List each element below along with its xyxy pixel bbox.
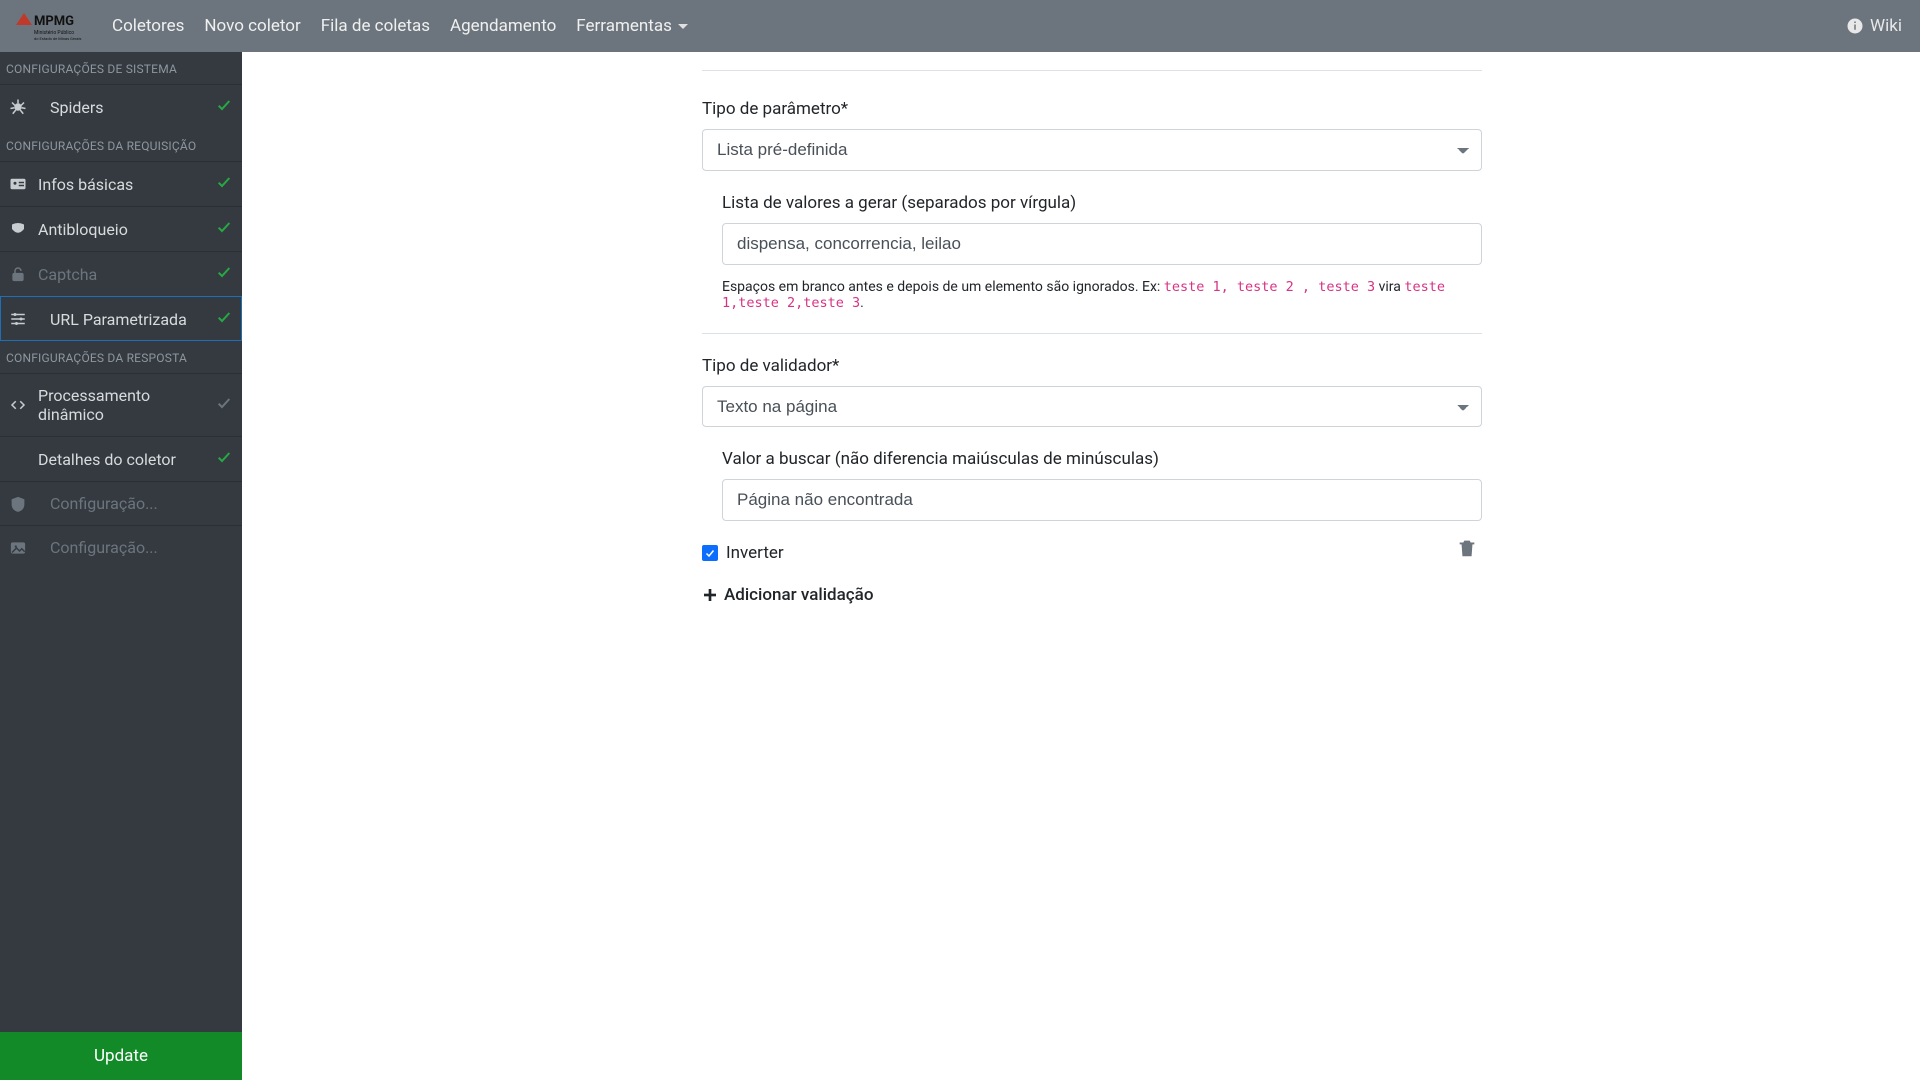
sidebar-item-config-a[interactable]: Configuração... [0, 481, 242, 525]
info-icon [1846, 17, 1864, 35]
help-period: . [860, 295, 864, 311]
check-icon [216, 309, 232, 329]
check-icon [216, 174, 232, 194]
nav-agendamento[interactable]: Agendamento [440, 4, 566, 48]
sidebar-item-label: Configuração... [38, 494, 232, 513]
sliders-icon [8, 310, 28, 328]
sidebar-section-req: CONFIGURAÇÕES DA REQUISIÇÃO [0, 129, 242, 161]
sidebar-section-sys: CONFIGURAÇÕES DE SISTEMA [0, 52, 242, 84]
help-mid: vira [1375, 279, 1404, 295]
invert-label: Inverter [726, 543, 784, 563]
image-icon [8, 539, 28, 557]
sidebar-item-captcha[interactable]: Captcha [0, 251, 242, 296]
sidebar-item-label: Antibloqueio [38, 220, 206, 239]
nav-ferramentas[interactable]: Ferramentas [566, 4, 698, 48]
bug-icon [8, 98, 28, 116]
add-validation-label: Adicionar validação [724, 585, 873, 605]
sidebar-item-config-b[interactable]: Configuração... [0, 525, 242, 569]
sidebar-item-label: Processamento dinâmico [38, 386, 206, 424]
code-icon [8, 396, 28, 414]
help-prefix: Espaços em branco antes e depois de um e… [722, 279, 1164, 295]
sidebar-item-label: Spiders [38, 98, 206, 117]
sidebar-item-label: Captcha [38, 265, 206, 284]
nav-coletores[interactable]: Coletores [102, 4, 194, 48]
search-value-label: Valor a buscar (não diferencia maiúscula… [722, 449, 1482, 469]
top-navbar: MPMG Ministério Público do Estado de Min… [0, 0, 1920, 52]
divider [702, 333, 1482, 334]
param-type-select[interactable]: Lista pré-definida [702, 129, 1482, 171]
check-icon [216, 395, 232, 415]
sidebar-item-url-param[interactable]: URL Parametrizada [0, 296, 242, 341]
help-text: Espaços em branco antes e depois de um e… [722, 279, 1482, 311]
search-value-input[interactable] [722, 479, 1482, 521]
sidebar-section-resp: CONFIGURAÇÕES DA RESPOSTA [0, 341, 242, 373]
unlock-icon [8, 265, 28, 283]
sidebar: CONFIGURAÇÕES DE SISTEMA Spiders CONFIGU… [0, 52, 242, 1080]
check-icon [216, 449, 232, 469]
id-card-icon [8, 175, 28, 193]
update-button[interactable]: Update [0, 1032, 242, 1080]
nav-links: Coletores Novo coletor Fila de coletas A… [102, 4, 698, 48]
list-values-label: Lista de valores a gerar (separados por … [722, 193, 1482, 213]
sidebar-item-antibloqueio[interactable]: Antibloqueio [0, 206, 242, 251]
mpmg-logo-icon: MPMG Ministério Público do Estado de Min… [14, 9, 90, 43]
sidebar-item-proc-din[interactable]: Processamento dinâmico [0, 373, 242, 436]
sidebar-item-label: URL Parametrizada [38, 310, 206, 329]
nav-novo-coletor[interactable]: Novo coletor [194, 4, 310, 48]
brand-logo[interactable]: MPMG Ministério Público do Estado de Min… [14, 9, 90, 43]
sidebar-item-label: Infos básicas [38, 175, 206, 194]
mask-icon [8, 220, 28, 238]
list-values-input[interactable] [722, 223, 1482, 265]
nav-wiki[interactable]: Wiki [1842, 8, 1906, 44]
invert-checkbox[interactable] [702, 545, 718, 561]
help-code-1: teste 1, teste 2 , teste 3 [1164, 279, 1375, 295]
svg-text:do Estado de Minas Gerais: do Estado de Minas Gerais [34, 36, 82, 41]
param-type-label: Tipo de parâmetro* [702, 99, 1482, 119]
nav-wiki-label: Wiki [1870, 16, 1902, 36]
validator-type-label: Tipo de validador* [702, 356, 1482, 376]
check-icon [704, 547, 716, 559]
svg-text:MPMG: MPMG [34, 14, 74, 29]
main-content: Tipo de parâmetro* Lista pré-definida Li… [242, 52, 1920, 1080]
delete-validation-button[interactable] [1452, 533, 1482, 567]
nav-fila[interactable]: Fila de coletas [311, 4, 440, 48]
sidebar-item-label: Configuração... [38, 538, 232, 557]
shield-icon [8, 495, 28, 513]
sidebar-item-detalhes[interactable]: Detalhes do coletor [0, 436, 242, 481]
check-icon [216, 219, 232, 239]
plus-icon [702, 587, 718, 603]
trash-icon [1456, 537, 1478, 559]
validator-type-select[interactable]: Texto na página [702, 386, 1482, 428]
add-validation-button[interactable]: Adicionar validação [702, 585, 1482, 605]
sidebar-item-spiders[interactable]: Spiders [0, 84, 242, 129]
check-icon [216, 264, 232, 284]
sidebar-item-infos[interactable]: Infos básicas [0, 161, 242, 206]
check-icon [216, 97, 232, 117]
sidebar-item-label: Detalhes do coletor [38, 450, 206, 469]
divider [702, 70, 1482, 71]
